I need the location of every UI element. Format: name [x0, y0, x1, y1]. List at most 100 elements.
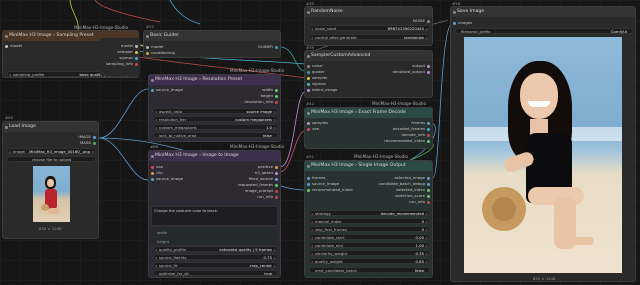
source-fit-dropdown[interactable]: ◂ source_fit crop_center ▸	[153, 262, 278, 268]
noise-seed-input[interactable]: ◂ noise_seed 696741390220440 ▸	[309, 25, 430, 31]
input-conditioning[interactable]: conditioning	[144, 50, 175, 55]
node-save-image[interactable]: Save Image images filename_prefix ComfyUI…	[450, 6, 636, 282]
width-muted: width	[151, 228, 278, 236]
node-title: Load Image	[9, 124, 36, 129]
output-recommended-index[interactable]: recommended_index	[384, 138, 432, 143]
node-title: MiniMax H3 Image › Single Image Output	[311, 163, 406, 168]
output-image-preview	[464, 37, 622, 273]
input-vae[interactable]: vae	[305, 126, 319, 131]
quality-weight-input[interactable]: ◂ quality_weight 0.65 ▸	[309, 258, 430, 264]
filename-prefix-input[interactable]: filename_prefix ComfyUI	[455, 28, 633, 34]
output-sigmas[interactable]: sigmas	[119, 55, 140, 60]
node-title: MiniMax H3 Image › Image to Image	[155, 153, 239, 158]
image-dimensions: 832 × 1248	[39, 226, 62, 231]
node-badge: #42	[306, 101, 315, 106]
output-decode-info[interactable]: decode_info	[402, 132, 433, 137]
similarity-weight-input[interactable]: ◂ similarity_weight 0.35 ▸	[309, 250, 430, 256]
output-model-small[interactable]: model	[121, 43, 140, 48]
node-image-to-image[interactable]: MiniMax H3 Image › Image to Image vae cl…	[148, 150, 281, 278]
node-load-image[interactable]: Load Image IMAGE MASK ◂ image MiniMax_H3_i…	[2, 121, 99, 239]
input-clip[interactable]: clip	[149, 170, 163, 175]
choose-file-button[interactable]: choose file to upload	[7, 156, 96, 162]
input-guider[interactable]: guider	[305, 69, 324, 74]
output-frames[interactable]: frames	[411, 120, 432, 125]
input-sampler[interactable]: sampler	[305, 75, 328, 80]
input-source-image[interactable]: source_image	[149, 176, 183, 181]
height-muted: height	[151, 237, 278, 245]
node-title: MiniMax H3 Image › Exact Frame Decode	[311, 110, 406, 115]
source-fidelity-input[interactable]: ◂ source_fidelity 0.75 ▸	[153, 254, 278, 260]
output-height[interactable]: height	[261, 93, 280, 98]
output-run-info[interactable]: run_info	[409, 199, 432, 204]
output-model[interactable]: model	[3, 43, 22, 48]
node-resolution-preset[interactable]: MiniMax H3 Image › Resolution Preset sou…	[148, 74, 281, 142]
group-label: MiniMax-H3-Image-Studio	[230, 144, 285, 149]
node-badge: #60	[5, 115, 14, 120]
node-graph-canvas[interactable]: MiniMax H3 Image › Sampling Preset model…	[0, 0, 640, 285]
node-exact-frame-decode[interactable]: MiniMax H3 Image › Exact Frame Decode sa…	[304, 107, 433, 149]
candidate-start-input[interactable]: ◂ candidate_start 0.00 ▸	[309, 234, 430, 240]
output-resolution-info[interactable]: resolution_info	[244, 99, 280, 104]
input-noise[interactable]: noise	[305, 63, 322, 68]
output-image-prompt[interactable]: image_prompt	[245, 188, 280, 193]
optimize-slt-toggle[interactable]: optimize_for_slt true	[153, 270, 278, 276]
input-recommended-index[interactable]: recommended_index	[305, 187, 353, 192]
aspect-ratio-dropdown[interactable]: ◂ aspect_ratio source image ▸	[153, 108, 278, 114]
output-selection-score[interactable]: selection_score	[395, 193, 432, 198]
group-label: MiniMax-H3-Image-Studio	[372, 101, 427, 106]
output-denoised-output[interactable]: denoised_output	[393, 69, 432, 74]
input-frames[interactable]: frames	[305, 175, 326, 180]
image-dimensions: 832 × 1248	[533, 276, 556, 281]
output-positive[interactable]: positive	[258, 164, 280, 169]
image-file-dropdown[interactable]: ◂ image MiniMax_H3_image_00160_.png ▸	[7, 148, 96, 154]
output-noise[interactable]: NOISE	[413, 18, 432, 23]
output-candidate-batch-debug[interactable]: candidate_batch_debug	[379, 181, 432, 186]
prompt-textarea[interactable]: Change the costume color to black.	[151, 206, 278, 226]
output-run-info[interactable]: run_info	[257, 194, 280, 199]
manual-index-input[interactable]: ◂ manual_index 0 ▸	[309, 218, 430, 224]
input-latent-image[interactable]: latent_image	[305, 87, 337, 92]
node-title: SamplerCustomAdvanced	[311, 53, 371, 58]
node-badge: #86	[150, 144, 159, 149]
output-decoded-frames[interactable]: decoded_frames	[393, 126, 432, 131]
group-label: MiniMax-H3-Image-Studio	[74, 25, 129, 30]
emit-candidate-batch-toggle[interactable]: emit_candidate_batch false	[309, 267, 430, 273]
custom-megapixels-input[interactable]: ◂ custom_megapixels 1.0 ▸	[153, 124, 278, 130]
preview-thumbnail	[33, 166, 70, 222]
output-width[interactable]: width	[262, 87, 280, 92]
input-images[interactable]: images	[451, 20, 472, 25]
input-source-image[interactable]: source_image	[149, 87, 183, 92]
node-basic-guider[interactable]: Basic Guider model conditioning GUIDER	[143, 30, 281, 58]
node-sampler-preset-outputs[interactable]: model sampler sigmas sampling_info	[100, 38, 140, 76]
group-label: MiniMax-H3-Image-Studio	[354, 154, 409, 159]
output-output[interactable]: output	[412, 63, 432, 68]
input-samples[interactable]: samples	[305, 120, 328, 125]
strategy-dropdown[interactable]: ◂ strategy decode_recommended ▸	[309, 210, 430, 216]
skip-first-frames-input[interactable]: ◂ skip_first_frames 0 ▸	[309, 226, 430, 232]
node-title: RandomNoise	[311, 9, 343, 14]
output-mask[interactable]: MASK	[80, 140, 98, 145]
output-guider[interactable]: GUIDER	[258, 44, 280, 49]
input-sigmas[interactable]: sigmas	[305, 81, 326, 86]
output-sampler[interactable]: sampler	[117, 49, 140, 54]
node-random-noise[interactable]: RandomNoise NOISE ◂ noise_seed 69674139022…	[304, 6, 433, 46]
output-h3-latent[interactable]: h3_latent	[255, 170, 280, 175]
lock-native-area-toggle[interactable]: lock_to_native_area false	[153, 132, 278, 138]
output-image[interactable]: IMAGE	[78, 134, 98, 139]
candidate-end-input[interactable]: ◂ candidate_end 1.00 ▸	[309, 242, 430, 248]
resolution-tier-dropdown[interactable]: ◂ resolution_tier custom megapixels ▸	[153, 116, 278, 122]
node-title: MiniMax H3 Image › Sampling Preset	[9, 33, 94, 38]
input-vae[interactable]: vae	[149, 164, 163, 169]
output-sampling-info[interactable]: sampling_info	[106, 61, 140, 66]
node-sampler-custom-advanced[interactable]: SamplerCustomAdvanced noise guider sampl…	[304, 50, 433, 98]
node-single-image-output[interactable]: MiniMax H3 Image › Single Image Output f…	[304, 160, 433, 278]
input-model[interactable]: model	[144, 44, 163, 49]
output-selected-index[interactable]: selected_index	[396, 187, 432, 192]
group-label: MiniMax-H3-Image-Studio	[230, 68, 285, 73]
quality-profile-dropdown[interactable]: ◂ quality_profile extended quality | 9 fra…	[153, 246, 278, 252]
input-source-image[interactable]: source_image	[305, 181, 339, 186]
output-requested-frames[interactable]: requested_frames	[238, 182, 280, 187]
control-after-generate-dropdown[interactable]: ◂ control after generate randomize ▸	[309, 34, 430, 40]
output-filled-source[interactable]: filled_source	[249, 176, 280, 181]
output-selected-image[interactable]: selected_image	[395, 175, 433, 180]
